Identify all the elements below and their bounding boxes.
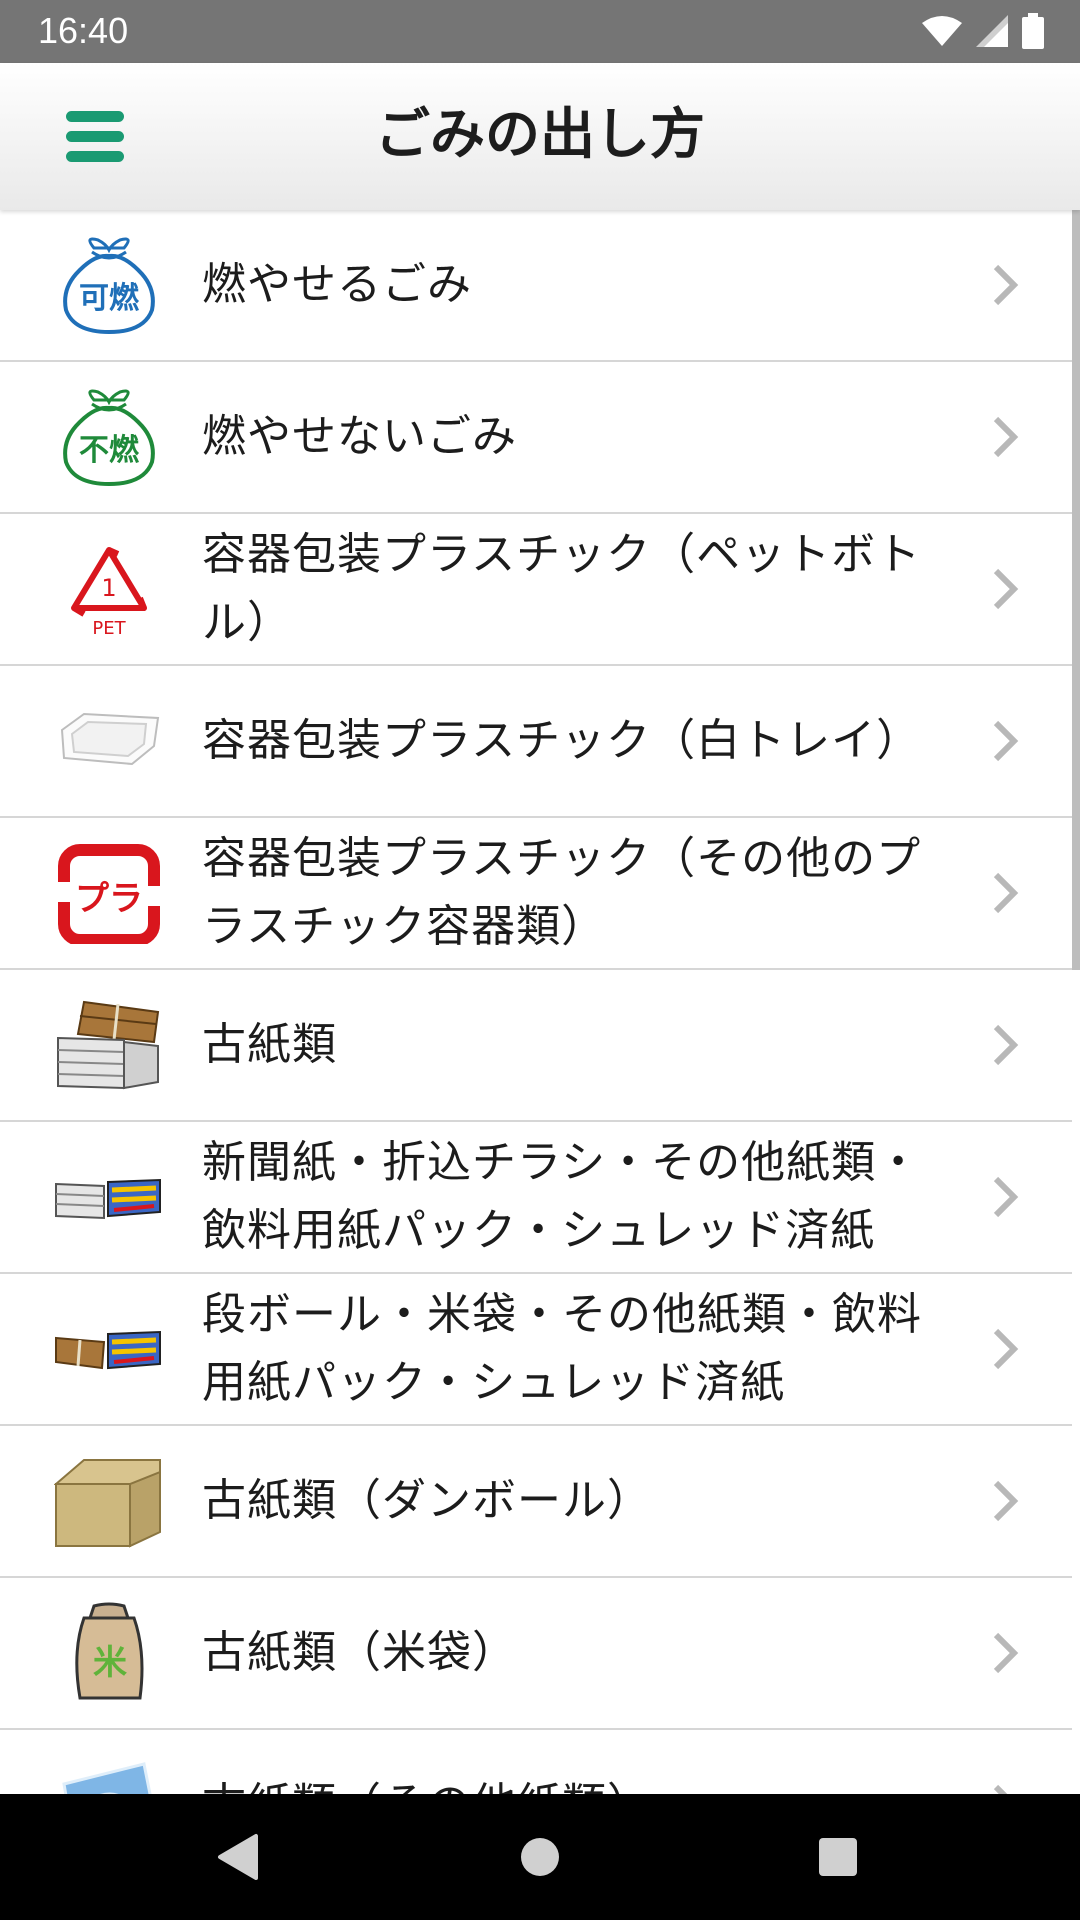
white-tray-icon	[54, 690, 164, 792]
list-item-label: 燃やせるごみ	[202, 259, 472, 310]
chevron-right-icon	[993, 1328, 1019, 1370]
status-icons	[922, 13, 1044, 49]
chevron-right-icon	[993, 872, 1019, 914]
svg-text:プラ: プラ	[75, 879, 143, 919]
page-title: ごみの出し方	[374, 102, 705, 166]
list-item-label: 容器包装プラスチック（白トレイ）	[202, 715, 922, 766]
list-item-label: 古紙類（米袋）	[202, 1627, 517, 1678]
chevron-right-icon	[993, 1024, 1019, 1066]
list-item-other-plastic[interactable]: プラ 容器包装プラスチック（その他のプラスチック容器類）	[0, 818, 1072, 970]
list-item-waste-paper[interactable]: 古紙類	[0, 970, 1072, 1122]
home-icon[interactable]	[520, 1832, 560, 1882]
chevron-right-icon	[993, 1784, 1008, 1794]
list-item-cardboard[interactable]: 古紙類（ダンボール）	[0, 1426, 1072, 1578]
plastic-mark-icon: プラ	[54, 842, 164, 944]
list-item-label: 古紙類（ダンボール）	[202, 1475, 652, 1526]
back-icon[interactable]	[216, 1832, 260, 1882]
other-paper-icon	[54, 1754, 164, 1794]
list-item-label: 古紙類（その他紙類）	[202, 1730, 962, 1794]
chevron-right-icon	[993, 416, 1019, 458]
status-time: 16:40	[38, 10, 129, 51]
wifi-icon	[922, 16, 962, 46]
scrollbar[interactable]	[1072, 210, 1080, 970]
list-item-rice-bag[interactable]: 米 古紙類（米袋）	[0, 1578, 1072, 1730]
chevron-right-icon	[993, 1632, 1019, 1674]
list-item-label: 新聞紙・折込チラシ・その他紙類・飲料用紙パック・シュレッド済紙	[202, 1137, 922, 1256]
chevron-right-icon	[993, 1480, 1019, 1522]
garbage-category-list[interactable]: 可燃 燃やせるごみ 不燃 燃やせないごみ 1 PET 容器包装プラスチック（ペッ…	[0, 210, 1072, 1794]
svg-text:米: 米	[93, 1643, 127, 1683]
system-nav-bar	[0, 1794, 1080, 1920]
list-item-label: 燃やせないごみ	[202, 411, 517, 462]
newspaper-bundle-icon	[54, 1146, 164, 1248]
list-item-newspaper[interactable]: 新聞紙・折込チラシ・その他紙類・飲料用紙パック・シュレッド済紙	[0, 1122, 1072, 1274]
chevron-right-icon	[993, 568, 1019, 610]
chevron-right-icon	[993, 1176, 1019, 1218]
list-item-white-tray[interactable]: 容器包装プラスチック（白トレイ）	[0, 666, 1072, 818]
list-item-label: 段ボール・米袋・その他紙類・飲料用紙パック・シュレッド済紙	[202, 1289, 922, 1408]
cardboard-bundle-icon	[54, 1298, 164, 1400]
rice-bag-icon: 米	[54, 1602, 164, 1704]
signal-icon	[976, 15, 1008, 47]
status-bar: 16:40	[0, 0, 1080, 63]
chevron-right-icon	[993, 264, 1019, 306]
svg-text:PET: PET	[92, 618, 126, 639]
battery-icon	[1022, 13, 1044, 49]
svg-text:不燃: 不燃	[79, 433, 140, 468]
paper-bundle-icon	[54, 994, 164, 1096]
burnable-bag-icon: 可燃	[54, 234, 164, 336]
pet-recycle-icon: 1 PET	[54, 538, 164, 640]
chevron-right-icon	[993, 720, 1019, 762]
svg-text:可燃: 可燃	[79, 281, 140, 316]
list-item-label: 容器包装プラスチック（その他のプラスチック容器類）	[202, 833, 922, 952]
list-item-label: 古紙類	[202, 1019, 337, 1070]
svg-text:1: 1	[101, 574, 116, 602]
list-item-non-burnable[interactable]: 不燃 燃やせないごみ	[0, 362, 1072, 514]
recents-icon[interactable]	[818, 1832, 858, 1882]
list-item-other-paper[interactable]: 古紙類（その他紙類）	[0, 1730, 1072, 1794]
app-bar: ごみの出し方	[0, 63, 1080, 210]
list-item-pet-bottle[interactable]: 1 PET 容器包装プラスチック（ペットボトル）	[0, 514, 1072, 666]
list-item-burnable[interactable]: 可燃 燃やせるごみ	[0, 210, 1072, 362]
non-burnable-bag-icon: 不燃	[54, 386, 164, 488]
list-item-label: 容器包装プラスチック（ペットボトル）	[202, 529, 922, 648]
cardboard-box-icon	[54, 1450, 164, 1552]
list-item-cardboard-rice-bag[interactable]: 段ボール・米袋・その他紙類・飲料用紙パック・シュレッド済紙	[0, 1274, 1072, 1426]
